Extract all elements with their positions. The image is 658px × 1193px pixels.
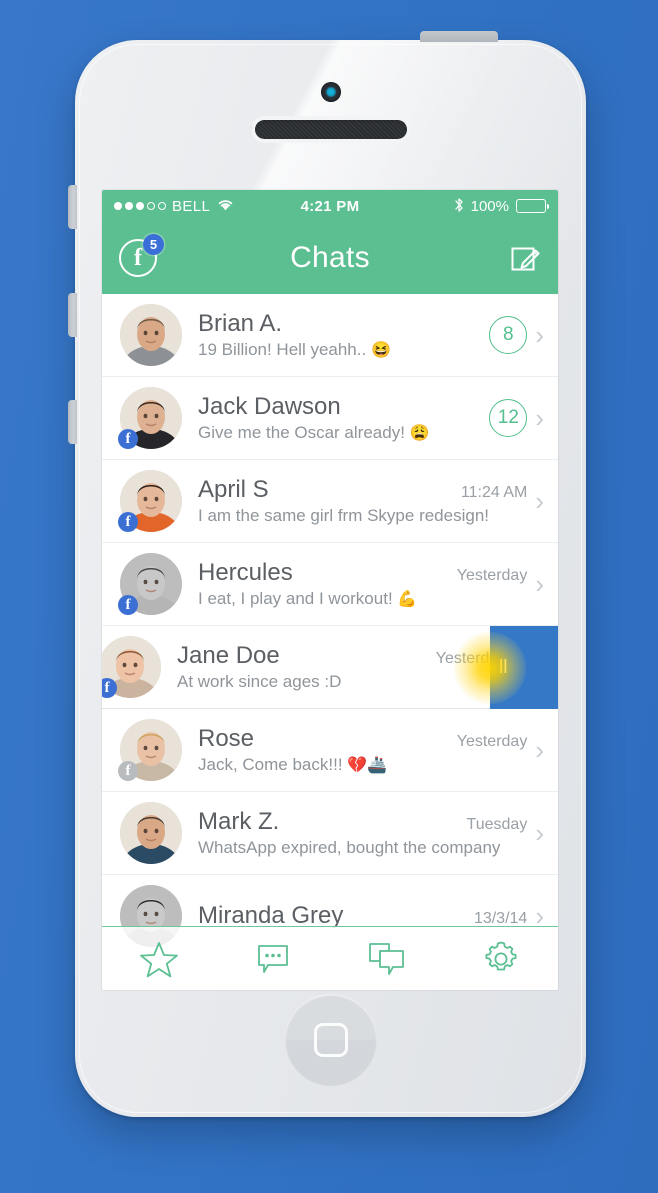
page-title: Chats xyxy=(290,241,370,274)
chat-preview: WhatsApp expired, bought the company xyxy=(198,838,527,858)
chat-preview-emoji: 😆 xyxy=(370,342,391,359)
chat-timestamp: Tuesday xyxy=(466,816,528,833)
chat-name: Brian A. xyxy=(198,310,283,337)
avatar[interactable] xyxy=(120,304,182,366)
avatar[interactable]: f xyxy=(102,636,161,698)
chat-name: April S xyxy=(198,476,269,503)
avatar[interactable]: f xyxy=(118,719,182,781)
chat-row[interactable]: f Hercules Yesterday I eat, I play and I wo… xyxy=(102,543,558,626)
avatar[interactable]: f xyxy=(118,553,182,615)
tab-messages[interactable] xyxy=(216,927,330,990)
chat-row-text: Rose Yesterday Jack, Come back!!! 💔🚢 xyxy=(182,725,527,775)
chat-preview: 19 Billion! Hell yeahh.. 😆 xyxy=(198,340,481,360)
chat-name: Jack Dawson xyxy=(198,393,341,420)
chat-timestamp: Yesterday xyxy=(456,733,528,750)
chat-preview-emoji: 💔🚢 xyxy=(347,757,388,774)
chat-preview-text: I eat, I play and I workout! xyxy=(198,589,393,608)
facebook-source-badge: f xyxy=(118,512,138,532)
chat-name: Mark Z. xyxy=(198,808,280,835)
brian-avatar xyxy=(120,304,182,366)
chat-row[interactable]: Mark Z. Tuesday WhatsApp expired, bought t… xyxy=(102,792,558,875)
chevron-right-icon: › xyxy=(535,486,544,516)
chat-preview: At work since ages :D xyxy=(177,672,506,692)
chat-preview-text: At work since ages :D xyxy=(177,672,342,691)
facebook-source-badge: f xyxy=(118,595,138,615)
chat-preview: Give me the Oscar already! 😩 xyxy=(198,423,481,443)
phone-screen: BELL 4:21 PM 100% f 5 Chats Brian A. 19 … xyxy=(102,190,558,990)
chat-row-meta: 12 › xyxy=(481,399,544,437)
chat-row-meta: 8 › xyxy=(481,316,544,354)
chat-preview-text: 19 Billion! Hell yeahh.. xyxy=(198,340,367,359)
volume-down-button[interactable] xyxy=(68,400,77,444)
chat-row-text: April S 11:24 AM I am the same girl frm Sk… xyxy=(182,476,527,526)
chat-row-text: Brian A. 19 Billion! Hell yeahh.. 😆 xyxy=(182,310,481,360)
mute-switch[interactable] xyxy=(68,185,77,229)
star-icon xyxy=(140,941,178,977)
chat-timestamp: 11:24 AM xyxy=(460,484,528,501)
compose-button[interactable] xyxy=(509,242,541,274)
chat-timestamp: Yesterday xyxy=(456,567,528,584)
chat-row-meta: › xyxy=(527,820,544,846)
chevron-right-icon: › xyxy=(535,818,544,848)
tab-chats[interactable] xyxy=(330,927,444,990)
volume-up-button[interactable] xyxy=(68,293,77,337)
typing-bubble-icon xyxy=(258,944,288,973)
avatar[interactable]: f xyxy=(118,470,182,532)
earpiece-speaker xyxy=(254,120,407,139)
chat-row-meta: › xyxy=(527,737,544,763)
home-button[interactable] xyxy=(284,994,377,1086)
chat-row-text: Hercules Yesterday I eat, I play and I wor… xyxy=(182,559,527,609)
chevron-right-icon: › xyxy=(535,735,544,765)
avatar[interactable] xyxy=(120,802,182,864)
chat-row[interactable]: fJane DoeYesterdayAt work since ages :D› xyxy=(102,626,537,709)
facebook-source-badge: f xyxy=(118,761,138,781)
chevron-right-icon: › xyxy=(535,569,544,599)
swipe-call-action-button[interactable]: ll xyxy=(490,626,558,709)
chat-preview: I eat, I play and I workout! 💪 xyxy=(198,589,527,609)
chat-row[interactable]: f Rose Yesterday Jack, Come back!!! 💔🚢 › xyxy=(102,709,558,792)
chat-row-text: Mark Z. Tuesday WhatsApp expired, bought t… xyxy=(182,808,527,858)
chat-preview-text: I am the same girl frm Skype redesign! xyxy=(198,506,490,525)
phone-device: BELL 4:21 PM 100% f 5 Chats Brian A. 19 … xyxy=(68,31,586,1117)
mark-avatar xyxy=(120,802,182,864)
tab-settings[interactable] xyxy=(444,927,558,990)
avatar[interactable]: f xyxy=(118,387,182,449)
chat-name: Jane Doe xyxy=(177,642,280,669)
chat-row[interactable]: f Jack Dawson Give me the Oscar already! 😩… xyxy=(102,377,558,460)
front-camera-icon xyxy=(320,82,341,102)
chat-row[interactable]: f April S 11:24 AM I am the same girl frm S… xyxy=(102,460,558,543)
power-button[interactable] xyxy=(420,31,498,42)
chat-preview-emoji: 😩 xyxy=(409,425,430,442)
chat-preview: I am the same girl frm Skype redesign! xyxy=(198,506,527,526)
unread-count-badge: 8 xyxy=(489,316,528,354)
chat-row[interactable]: Brian A. 19 Billion! Hell yeahh.. 😆 8 › xyxy=(102,294,558,377)
status-bar: BELL 4:21 PM 100% xyxy=(102,190,558,222)
compose-icon xyxy=(511,247,540,271)
chat-row-text: Jack Dawson Give me the Oscar already! 😩 xyxy=(182,393,481,443)
bluetooth-icon xyxy=(454,197,464,216)
chat-row-meta: › xyxy=(527,488,544,514)
chat-preview-emoji: 💪 xyxy=(397,591,418,608)
chevron-right-icon: › xyxy=(535,403,544,433)
chat-row-meta: › xyxy=(527,571,544,597)
battery-icon xyxy=(516,199,549,213)
chevron-right-icon: › xyxy=(535,320,544,350)
home-button-square-icon xyxy=(313,1023,348,1057)
chat-preview-text: Jack, Come back!!! xyxy=(198,755,343,774)
facebook-source-badge: f xyxy=(118,429,138,449)
battery-percent: 100% xyxy=(470,197,509,215)
tab-favorites[interactable] xyxy=(102,927,216,990)
tab-bar[interactable] xyxy=(102,926,558,990)
unread-count-badge: 12 xyxy=(489,399,528,437)
nav-bar: f 5 Chats xyxy=(102,222,558,294)
chat-preview-text: WhatsApp expired, bought the company xyxy=(198,838,501,857)
chat-preview: Jack, Come back!!! 💔🚢 xyxy=(198,755,527,775)
chat-name: Rose xyxy=(198,725,255,752)
gear-icon xyxy=(485,941,517,970)
double-chat-bubble-icon xyxy=(369,942,404,975)
chat-name: Hercules xyxy=(198,559,293,586)
chat-row-text: Jane Doe Yesterday At work since ages :D xyxy=(161,642,506,692)
chat-preview-text: Give me the Oscar already! xyxy=(198,423,405,442)
